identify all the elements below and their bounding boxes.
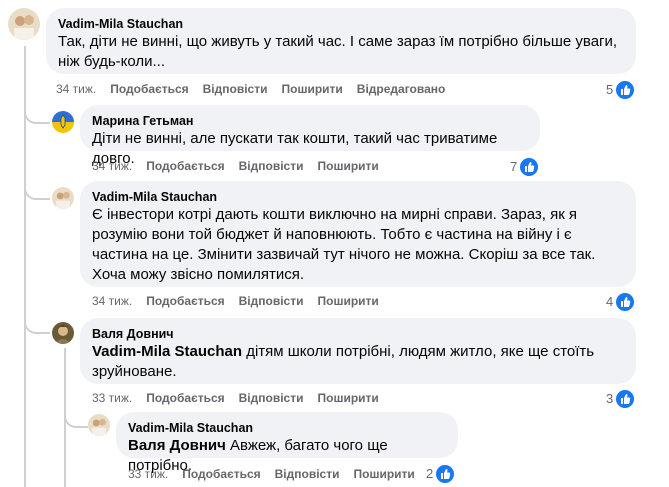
comment-actions: 33 тиж. Подобається Відповісти Поширити	[92, 390, 393, 406]
comment-author[interactable]: Vadim-Mila Stauchan	[58, 16, 624, 32]
thumbs-up-icon	[435, 463, 456, 484]
thumbs-up-icon	[615, 291, 636, 312]
comment-text: Vadim-Mila Stauchan дітям школи потрібні…	[92, 342, 624, 382]
reaction-count: 4	[606, 293, 614, 309]
thread-connector	[24, 180, 50, 200]
reaction-count: 5	[606, 81, 614, 97]
avatar[interactable]	[8, 8, 40, 40]
avatar[interactable]	[88, 414, 110, 436]
comment-author[interactable]: Vadim-Mila Stauchan	[128, 420, 446, 436]
reaction-count: 3	[606, 390, 614, 406]
avatar[interactable]	[52, 111, 74, 133]
comment-author[interactable]: Vadim-Mila Stauchan	[92, 189, 624, 205]
reaction-summary[interactable]: 5	[606, 79, 636, 100]
share-button[interactable]: Поширити	[353, 466, 414, 482]
thumbs-up-icon	[519, 156, 540, 177]
avatar[interactable]	[52, 187, 74, 209]
comment-time[interactable]: 34 тиж.	[56, 81, 96, 97]
comment-time[interactable]: 34 тиж.	[92, 158, 132, 174]
thumbs-up-icon	[615, 79, 636, 100]
comment-bubble: Vadim-Mila Stauchan Є інвестори котрі да…	[80, 181, 636, 287]
share-button[interactable]: Поширити	[317, 390, 378, 406]
reply-button[interactable]: Відповісти	[203, 81, 268, 97]
thread-connector	[64, 408, 88, 428]
reaction-count: 7	[510, 158, 518, 174]
comment-time[interactable]: 34 тиж.	[92, 293, 132, 309]
like-button[interactable]: Подобається	[110, 81, 188, 97]
reply-button[interactable]: Відповісти	[239, 390, 304, 406]
comment-actions: 33 тиж. Подобається Відповісти Поширити	[128, 466, 429, 482]
comment-text: Є інвестори котрі дають кошти виключно н…	[92, 206, 596, 283]
reaction-summary[interactable]: 4	[606, 291, 636, 312]
comment-time[interactable]: 33 тиж.	[128, 466, 168, 482]
like-button[interactable]: Подобається	[182, 466, 260, 482]
comment-bubble: Валя Довнич Vadim-Mila Stauchan дітям шк…	[80, 318, 636, 384]
share-button[interactable]: Поширити	[317, 293, 378, 309]
share-button[interactable]: Поширити	[281, 81, 342, 97]
reaction-count: 2	[426, 465, 434, 481]
mention-link[interactable]: Валя Довнич	[128, 437, 226, 454]
comment-bubble: Марина Гетьман Діти не винні, але пускат…	[80, 105, 540, 167]
like-button[interactable]: Подобається	[146, 158, 224, 174]
comment-actions: 34 тиж. Подобається Відповісти Поширити	[92, 293, 393, 309]
like-button[interactable]: Подобається	[146, 390, 224, 406]
reaction-summary[interactable]: 7	[510, 156, 540, 177]
avatar[interactable]	[52, 322, 74, 344]
edited-label[interactable]: Відредаговано	[357, 81, 446, 97]
comment-bubble: Vadim-Mila Stauchan Так, діти не винні, …	[46, 8, 636, 74]
share-button[interactable]: Поширити	[317, 158, 378, 174]
reaction-summary[interactable]: 3	[606, 388, 636, 409]
comment-bubble: Vadim-Mila Stauchan Валя Довнич Авжеж, б…	[116, 412, 458, 474]
comment-time[interactable]: 33 тиж.	[92, 390, 132, 406]
reply-button[interactable]: Відповісти	[239, 293, 304, 309]
reaction-summary[interactable]: 2	[426, 463, 456, 484]
thread-connector	[24, 314, 50, 334]
comment-actions: 34 тиж. Подобається Відповісти Поширити Відр…	[56, 81, 459, 97]
like-button[interactable]: Подобається	[146, 293, 224, 309]
thread-connector	[24, 104, 50, 124]
comment-author[interactable]: Марина Гетьман	[92, 113, 528, 129]
reply-button[interactable]: Відповісти	[239, 158, 304, 174]
mention-link[interactable]: Vadim-Mila Stauchan	[92, 343, 242, 360]
comment-author[interactable]: Валя Довнич	[92, 326, 624, 342]
reply-button[interactable]: Відповісти	[275, 466, 340, 482]
comment-actions: 34 тиж. Подобається Відповісти Поширити	[92, 158, 393, 174]
thumbs-up-icon	[615, 388, 636, 409]
comment-text: Так, діти не винні, що живуть у такий ча…	[58, 33, 618, 70]
